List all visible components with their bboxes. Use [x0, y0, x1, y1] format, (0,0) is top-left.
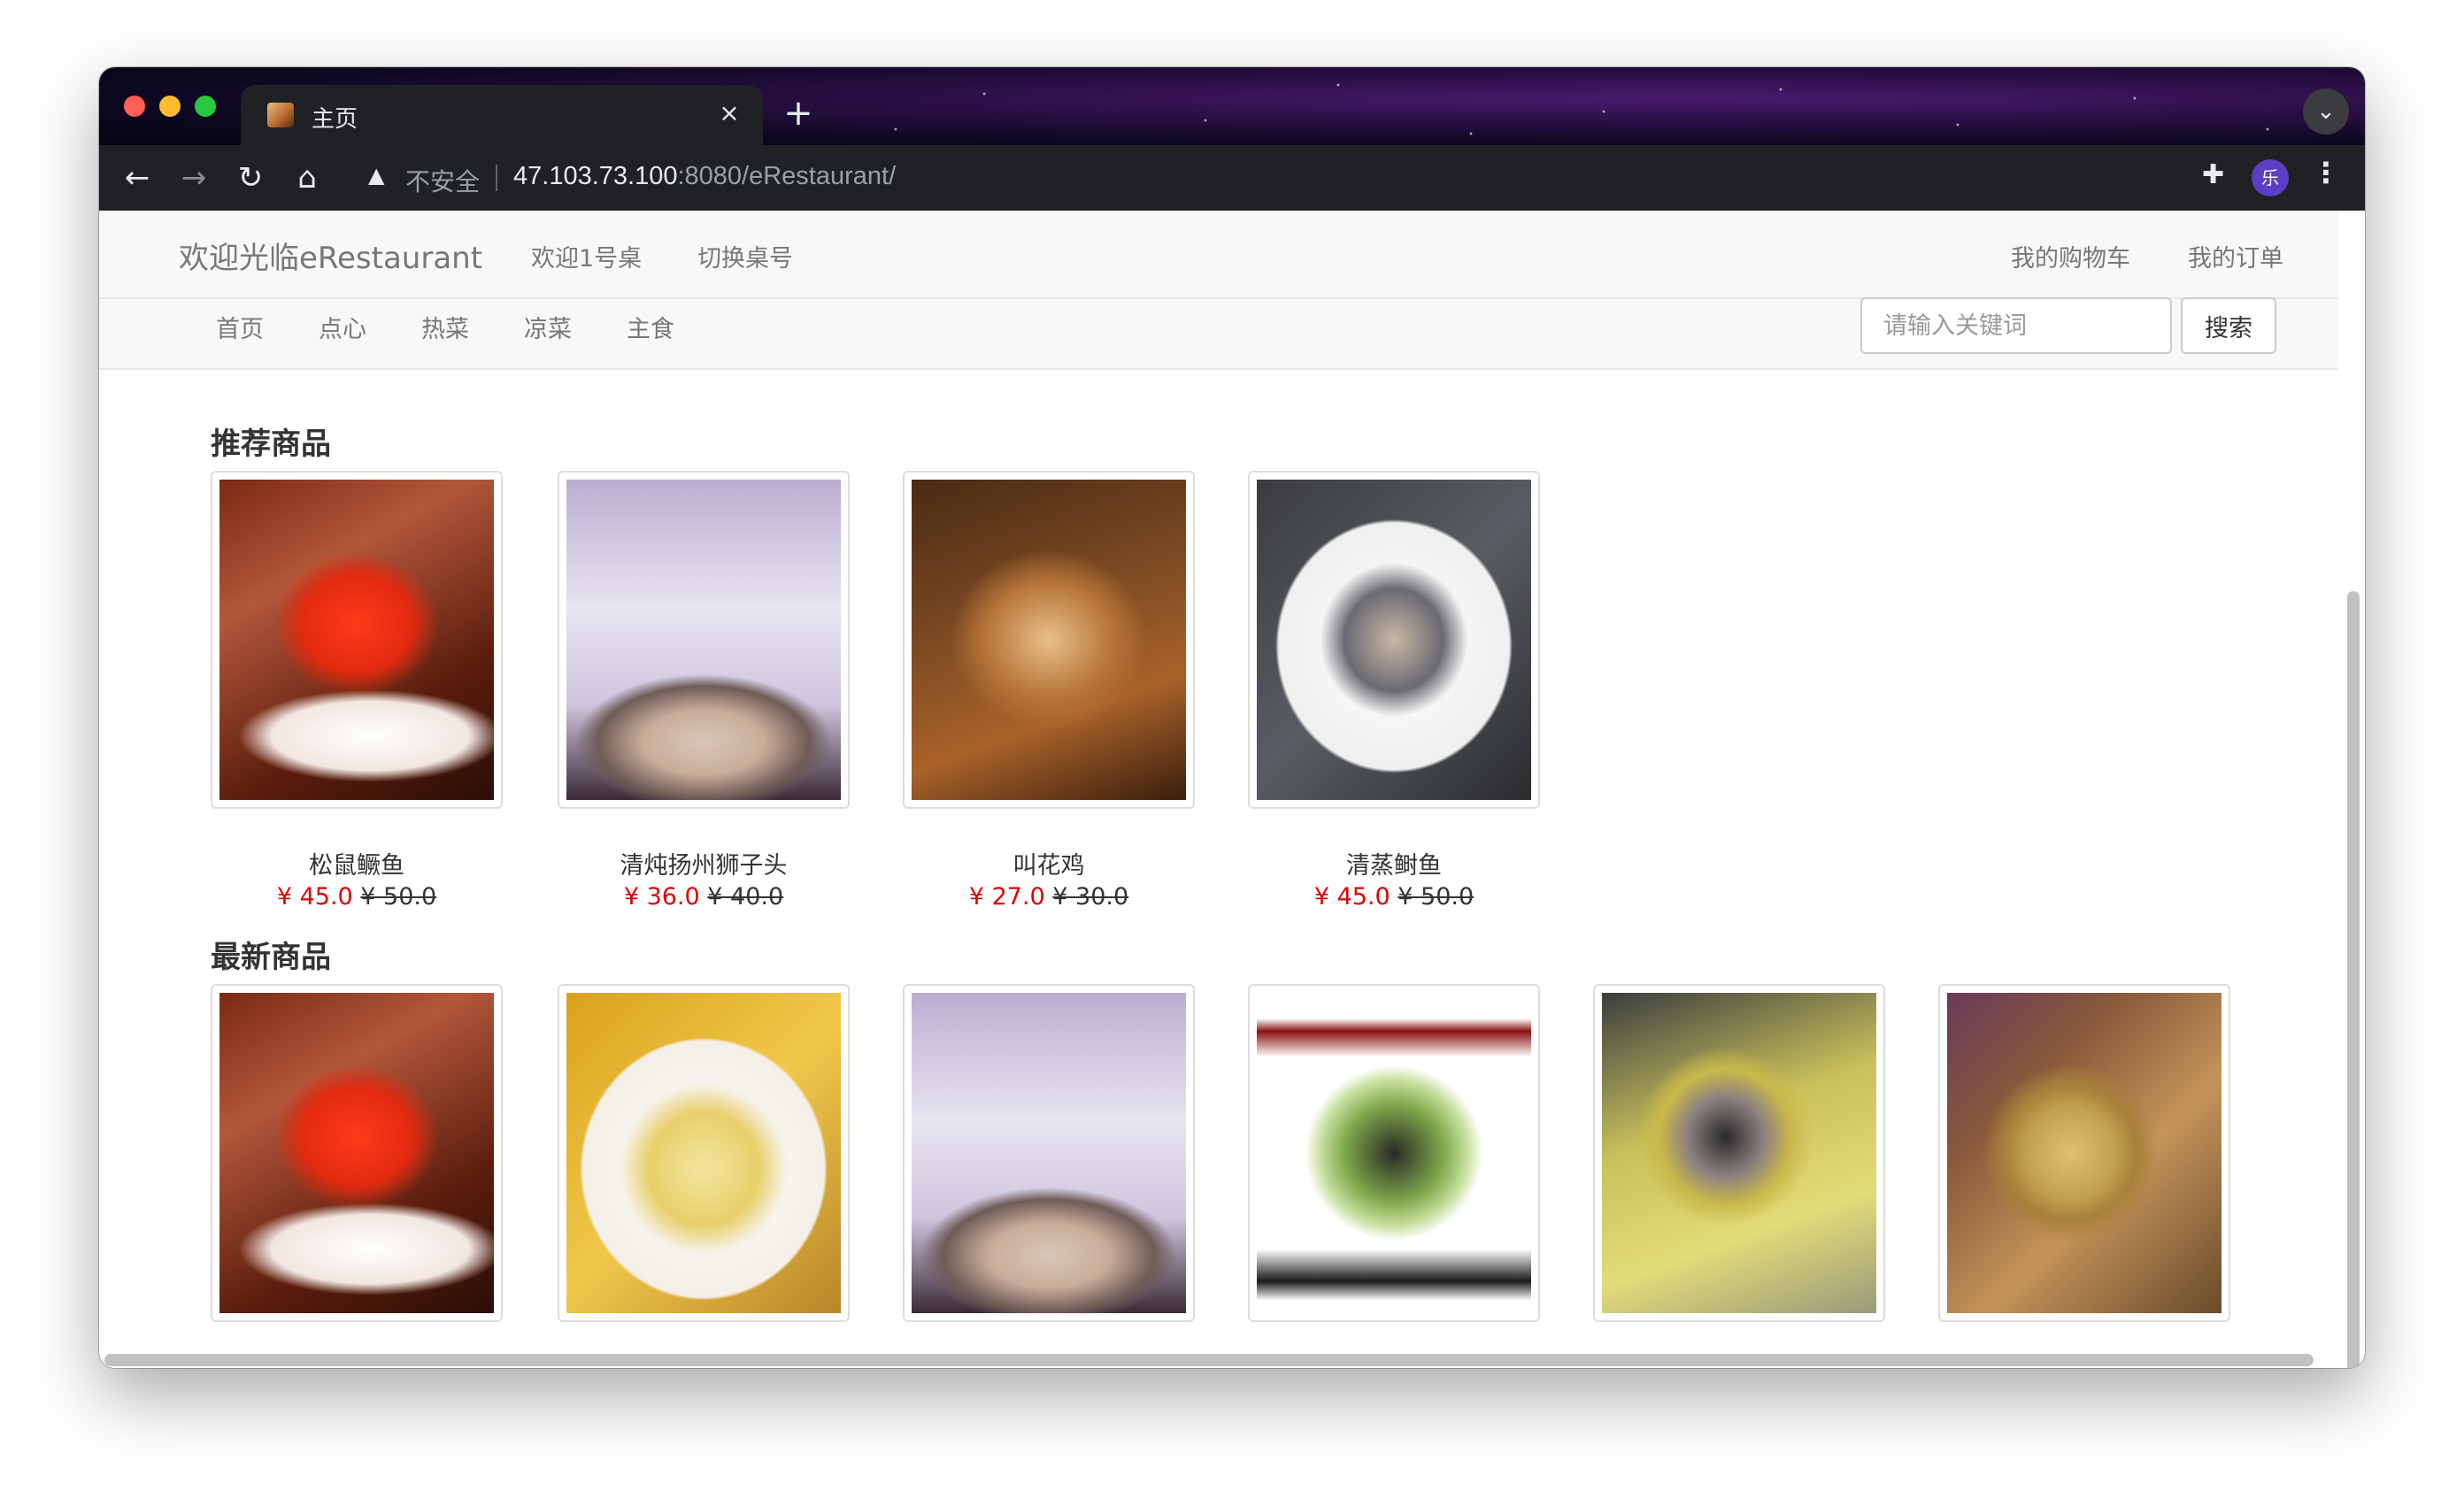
horizontal-scrollbar[interactable]	[104, 1354, 2314, 1366]
reload-icon[interactable]: ↻	[230, 158, 271, 198]
product-card[interactable]	[211, 984, 503, 1322]
product-card[interactable]	[903, 471, 1195, 809]
url-text[interactable]: 47.103.73.100:8080/eRestaurant/	[513, 162, 896, 191]
beggars-chicken-image[interactable]	[912, 480, 1186, 800]
my-cart-link[interactable]: 我的购物车	[2011, 239, 2130, 273]
favicon-icon	[267, 103, 294, 127]
switch-table-link[interactable]: 切换桌号	[697, 239, 793, 273]
product-card[interactable]	[558, 984, 850, 1322]
extensions-puzzle-icon[interactable]: ✚	[2202, 159, 2224, 190]
new-tab-button[interactable]: +	[781, 96, 816, 133]
browser-window: 主页 × + ⌄ ← → ↻ ⌂ ▲ 不安全 47.103.73.100:808…	[99, 67, 2365, 1368]
sale-price: ¥ 36.0	[623, 883, 700, 911]
category-dimsum[interactable]: 点心	[319, 310, 366, 344]
original-price: ¥ 40.0	[707, 883, 784, 911]
profile-avatar[interactable]: 乐	[2252, 159, 2289, 196]
product-name[interactable]: 清炖扬州狮子头	[558, 846, 850, 880]
steamed-fish-image[interactable]	[1257, 480, 1531, 800]
fried-rice-image[interactable]	[566, 993, 841, 1313]
product-card[interactable]	[1593, 984, 1885, 1322]
search-input[interactable]	[1860, 297, 2172, 354]
tab-close-icon[interactable]: ×	[713, 97, 745, 129]
insecure-label[interactable]: 不安全	[405, 163, 480, 198]
original-price: ¥ 30.0	[1052, 883, 1129, 911]
product-price: ¥ 45.0 ¥ 50.0	[211, 883, 503, 911]
category-navbar: 首页 点心 热菜 凉菜 主食 搜索	[99, 297, 2338, 370]
browser-tab[interactable]: 主页 ×	[241, 85, 763, 145]
top-navbar: 欢迎光临eRestaurant 欢迎1号桌 切换桌号 我的购物车 我的订单	[99, 211, 2338, 299]
vegetables-image[interactable]	[1257, 993, 1531, 1313]
address-bar[interactable]: ▲ 不安全 47.103.73.100:8080/eRestaurant/ ☆	[350, 154, 2289, 202]
search-button[interactable]: 搜索	[2181, 297, 2276, 354]
close-window-button[interactable]	[124, 96, 145, 117]
sale-price: ¥ 45.0	[1313, 883, 1390, 911]
forward-arrow-icon[interactable]: →	[173, 158, 214, 198]
clay-pot-balls-image[interactable]	[1947, 993, 2221, 1313]
category-home[interactable]: 首页	[216, 310, 264, 344]
sale-price: ¥ 27.0	[968, 883, 1045, 911]
product-card[interactable]	[211, 471, 503, 809]
product-card[interactable]	[1248, 471, 1540, 809]
sale-price: ¥ 45.0	[276, 883, 353, 911]
omnibox-divider	[496, 165, 497, 191]
product-card[interactable]	[1938, 984, 2230, 1322]
home-icon[interactable]: ⌂	[287, 158, 327, 198]
product-card[interactable]	[558, 471, 850, 809]
vertical-scrollbar[interactable]	[2347, 591, 2360, 1368]
product-price: ¥ 45.0 ¥ 50.0	[1248, 883, 1540, 911]
url-path: :8080/eRestaurant/	[677, 162, 897, 190]
my-orders-link[interactable]: 我的订单	[2188, 239, 2283, 273]
newest-section-title: 最新商品	[211, 940, 331, 975]
squirrel-fish-image[interactable]	[219, 993, 494, 1313]
product-card[interactable]	[903, 984, 1195, 1322]
product-name[interactable]: 清蒸鲥鱼	[1248, 846, 1540, 880]
recommended-section-title: 推荐商品	[211, 427, 331, 462]
menu-kebab-icon[interactable]: ⋮	[2312, 156, 2340, 189]
product-name[interactable]: 松鼠鳜鱼	[211, 846, 503, 880]
warning-triangle-icon[interactable]: ▲	[368, 163, 384, 188]
original-price: ¥ 50.0	[1398, 883, 1475, 911]
lion-head-image[interactable]	[566, 480, 841, 800]
back-arrow-icon[interactable]: ←	[117, 158, 158, 198]
product-price: ¥ 36.0 ¥ 40.0	[558, 883, 850, 911]
product-card[interactable]	[1248, 984, 1540, 1322]
tab-search-button[interactable]: ⌄	[2303, 88, 2349, 135]
original-price: ¥ 50.0	[360, 883, 437, 911]
browser-toolbar: ← → ↻ ⌂ ▲ 不安全 47.103.73.100:8080/eRestau…	[99, 145, 2365, 211]
table-welcome-link[interactable]: 欢迎1号桌	[531, 239, 642, 273]
clam-soup-image[interactable]	[1602, 993, 1876, 1313]
title-bar: 主页 × + ⌄	[99, 67, 2365, 145]
minimize-window-button[interactable]	[159, 96, 181, 117]
category-cold-dishes[interactable]: 凉菜	[524, 310, 572, 344]
squirrel-fish-image[interactable]	[219, 480, 494, 800]
category-hot-dishes[interactable]: 热菜	[421, 310, 469, 344]
url-host: 47.103.73.100	[513, 162, 678, 190]
category-staples[interactable]: 主食	[627, 310, 674, 344]
brand-link[interactable]: 欢迎光临eRestaurant	[179, 234, 482, 277]
product-name[interactable]: 叫花鸡	[903, 846, 1195, 880]
lion-head-image[interactable]	[912, 993, 1186, 1313]
product-price: ¥ 27.0 ¥ 30.0	[903, 883, 1195, 911]
page-content: 欢迎光临eRestaurant 欢迎1号桌 切换桌号 我的购物车 我的订单 首页…	[99, 211, 2365, 1368]
maximize-window-button[interactable]	[195, 96, 216, 117]
tab-title: 主页	[312, 106, 358, 133]
